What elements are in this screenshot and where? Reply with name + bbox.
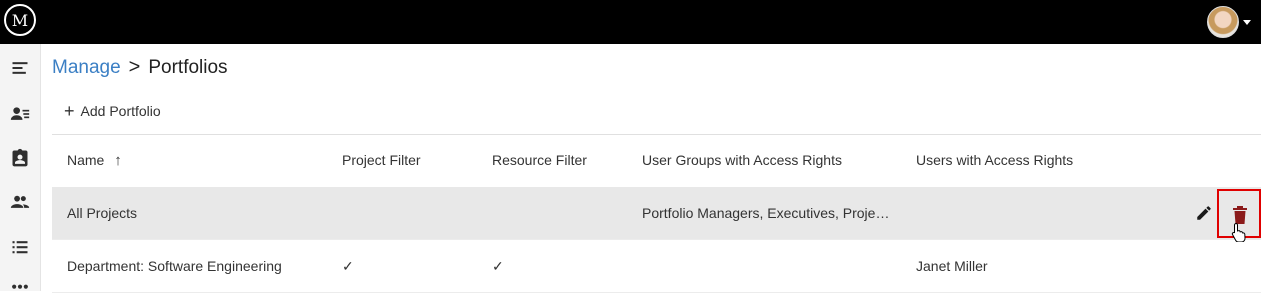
chevron-down-icon[interactable]	[1243, 19, 1251, 25]
add-portfolio-label: Add Portfolio	[80, 103, 161, 119]
delete-button[interactable]	[1217, 189, 1261, 242]
column-header-user-groups[interactable]: User Groups with Access Rights	[642, 152, 842, 168]
plus-icon: +	[64, 101, 75, 121]
person-list-icon[interactable]	[10, 104, 30, 124]
cell-user-groups: Portfolio Managers, Executives, Proje…	[642, 205, 890, 221]
column-header-resource-filter[interactable]: Resource Filter	[492, 152, 587, 168]
table-row[interactable]: All Projects Portfolio Managers, Executi…	[52, 187, 1261, 242]
assignment-ind-icon[interactable]	[10, 148, 30, 168]
user-menu[interactable]	[1207, 4, 1251, 40]
breadcrumb-manage-link[interactable]: Manage	[52, 57, 121, 79]
menu-collapse-icon[interactable]	[10, 58, 30, 78]
column-header-project-filter[interactable]: Project Filter	[342, 152, 421, 168]
column-header-users[interactable]: Users with Access Rights	[916, 152, 1073, 168]
table-header: Name ↑ Project Filter Resource Filter Us…	[52, 135, 1261, 187]
cell-project-filter-check-icon: ✓	[342, 258, 354, 274]
cell-name: All Projects	[67, 205, 138, 221]
logo-text: M	[11, 10, 29, 30]
people-icon[interactable]	[10, 192, 30, 212]
breadcrumb: Manage > Portfolios	[52, 56, 228, 79]
pencil-icon[interactable]	[1195, 204, 1213, 222]
sort-arrow-up-icon[interactable]: ↑	[114, 152, 122, 169]
cell-name: Department: Software Engineering	[67, 258, 282, 274]
list-icon[interactable]	[10, 237, 30, 257]
column-header-name[interactable]: Name ↑	[67, 152, 122, 169]
hand-pointer-icon	[1231, 222, 1246, 242]
cell-resource-filter-check-icon: ✓	[492, 258, 504, 274]
apps-icon[interactable]	[10, 280, 30, 300]
cell-users: Janet Miller	[916, 258, 988, 274]
avatar[interactable]	[1207, 6, 1239, 38]
table-row[interactable]: Department: Software Engineering ✓ ✓ Jan…	[52, 240, 1261, 293]
app-logo[interactable]: M	[4, 4, 36, 36]
breadcrumb-separator: >	[128, 56, 141, 78]
top-bar: M	[0, 0, 1261, 44]
sidebar	[0, 44, 41, 291]
column-label: Name	[67, 152, 105, 168]
add-portfolio-button[interactable]: + Add Portfolio	[64, 100, 161, 122]
page-title: Portfolios	[148, 56, 228, 78]
